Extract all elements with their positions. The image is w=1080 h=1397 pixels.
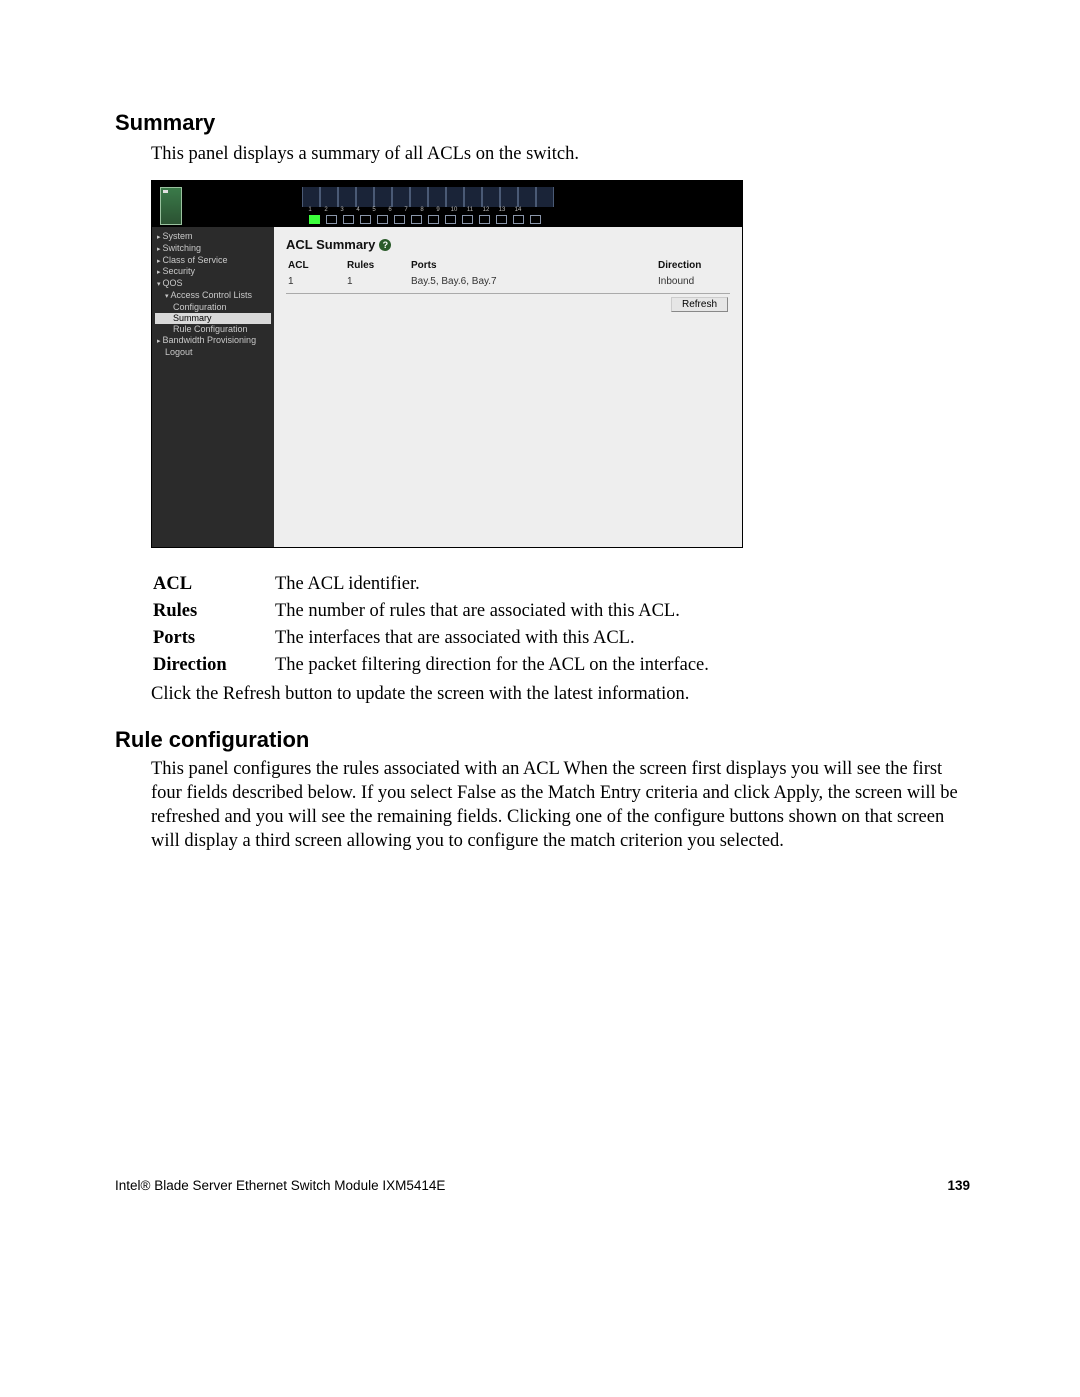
definition-list: ACL The ACL identifier. Rules The number… bbox=[151, 570, 711, 680]
port-num: 1 bbox=[302, 207, 318, 213]
sidebar-item-security[interactable]: Security bbox=[155, 266, 271, 278]
panel-title: ACL Summary ? bbox=[286, 237, 730, 252]
port-num: 5 bbox=[366, 207, 382, 213]
screenshot-header: 1 2 3 4 5 6 7 8 9 10 11 12 13 14 bbox=[152, 181, 742, 227]
cell-direction: Inbound bbox=[656, 275, 730, 294]
cell-rules: 1 bbox=[345, 275, 409, 294]
port-num: 11 bbox=[462, 207, 478, 213]
term-direction: Direction bbox=[153, 653, 273, 678]
device-logo bbox=[160, 187, 278, 225]
port-num: 2 bbox=[318, 207, 334, 213]
page-footer: Intel® Blade Server Ethernet Switch Modu… bbox=[115, 1178, 970, 1193]
port-num: 14 bbox=[510, 207, 526, 213]
col-rules: Rules bbox=[345, 256, 409, 275]
col-ports: Ports bbox=[409, 256, 656, 275]
col-direction: Direction bbox=[656, 256, 730, 275]
sidebar-item-summary[interactable]: Summary bbox=[155, 313, 271, 324]
port-number-row: 1 2 3 4 5 6 7 8 9 10 11 12 13 14 bbox=[302, 207, 554, 213]
port-num: 12 bbox=[478, 207, 494, 213]
sidebar-item-switching[interactable]: Switching bbox=[155, 243, 271, 255]
port-num: 3 bbox=[334, 207, 350, 213]
sidebar-item-configuration[interactable]: Configuration bbox=[155, 302, 271, 313]
heading-summary: Summary bbox=[115, 110, 970, 136]
sidebar-item-rule-config[interactable]: Rule Configuration bbox=[155, 324, 271, 335]
term-acl: ACL bbox=[153, 572, 273, 597]
port-num: 4 bbox=[350, 207, 366, 213]
sidebar-item-acl[interactable]: Access Control Lists bbox=[155, 290, 271, 302]
sidebar-item-system[interactable]: System bbox=[155, 231, 271, 243]
def-rules: The number of rules that are associated … bbox=[275, 599, 709, 624]
port-indicator-row bbox=[306, 215, 554, 224]
sidebar-item-cos[interactable]: Class of Service bbox=[155, 255, 271, 267]
port-num: 7 bbox=[398, 207, 414, 213]
footer-product: Intel® Blade Server Ethernet Switch Modu… bbox=[115, 1178, 445, 1193]
panel-title-text: ACL Summary bbox=[286, 237, 375, 252]
sidebar-item-bandwidth[interactable]: Bandwidth Provisioning bbox=[155, 335, 271, 347]
cell-ports: Bay.5, Bay.6, Bay.7 bbox=[409, 275, 656, 294]
term-rules: Rules bbox=[153, 599, 273, 624]
sidebar-item-qos[interactable]: QOS bbox=[155, 278, 271, 290]
sidebar-item-logout[interactable]: Logout bbox=[155, 347, 271, 358]
summary-intro-text: This panel displays a summary of all ACL… bbox=[151, 142, 970, 166]
port-num: 9 bbox=[430, 207, 446, 213]
def-ports: The interfaces that are associated with … bbox=[275, 626, 709, 651]
table-header-row: ACL Rules Ports Direction bbox=[286, 256, 730, 275]
def-acl: The ACL identifier. bbox=[275, 572, 709, 597]
def-direction: The packet filtering direction for the A… bbox=[275, 653, 709, 678]
port-status-strip: 1 2 3 4 5 6 7 8 9 10 11 12 13 14 bbox=[302, 187, 554, 225]
table-row: 1 1 Bay.5, Bay.6, Bay.7 Inbound bbox=[286, 275, 730, 294]
term-ports: Ports bbox=[153, 626, 273, 651]
refresh-button[interactable]: Refresh bbox=[671, 297, 728, 312]
help-icon[interactable]: ? bbox=[379, 239, 391, 251]
cell-acl: 1 bbox=[286, 275, 345, 294]
rule-config-body: This panel configures the rules associat… bbox=[151, 757, 970, 853]
sidebar-nav: System Switching Class of Service Securi… bbox=[152, 227, 274, 547]
acl-summary-table: ACL Rules Ports Direction 1 1 Bay.5, Bay… bbox=[286, 256, 730, 295]
port-num: 8 bbox=[414, 207, 430, 213]
acl-summary-screenshot: 1 2 3 4 5 6 7 8 9 10 11 12 13 14 bbox=[151, 180, 743, 548]
col-acl: ACL bbox=[286, 256, 345, 275]
heading-rule-config: Rule configuration bbox=[115, 727, 970, 753]
port-num: 6 bbox=[382, 207, 398, 213]
port-num: 13 bbox=[494, 207, 510, 213]
acl-summary-panel: ACL Summary ? ACL Rules Ports Direction … bbox=[274, 227, 742, 547]
port-num: 10 bbox=[446, 207, 462, 213]
refresh-note: Click the Refresh button to update the s… bbox=[151, 684, 970, 705]
footer-page-number: 139 bbox=[947, 1178, 970, 1193]
